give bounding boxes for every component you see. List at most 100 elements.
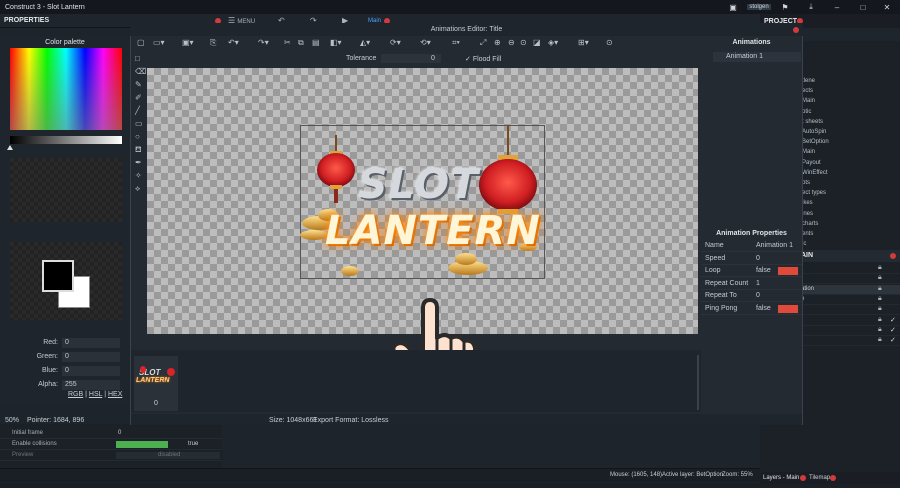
color-field-input[interactable]: 0 <box>62 352 120 362</box>
animation-property-row[interactable]: Ping Pong false <box>701 303 802 315</box>
grayscale-slider-icon[interactable] <box>7 145 13 150</box>
rectangle-icon[interactable]: ▭ <box>135 119 143 128</box>
frames-scrollbar[interactable] <box>697 355 699 410</box>
project-tree-item[interactable]: ents <box>802 231 813 237</box>
resize-icon[interactable]: ⤢ <box>480 38 486 48</box>
frame-thumbnail[interactable]: SLOT LANTERN 0 <box>134 356 178 411</box>
lock-icon[interactable]: 🔒︎ <box>878 326 882 334</box>
mode-hsl[interactable]: HSL <box>89 391 102 398</box>
animation-property-row[interactable]: Repeat To 0 <box>701 290 802 303</box>
project-tree-item[interactable]: AutoSpin <box>802 129 826 135</box>
color-spectrum[interactable] <box>10 48 122 130</box>
pencil-icon[interactable]: ✎ <box>135 80 142 89</box>
flood-fill-checkbox[interactable]: ✓ Flood Fill <box>465 55 501 63</box>
project-tree-item[interactable]: WinEffect <box>802 170 828 176</box>
mode-rgb[interactable]: RGB <box>68 391 83 398</box>
mirror-icon[interactable]: ◭▾ <box>360 38 370 47</box>
brush-icon[interactable]: ✐ <box>135 93 142 102</box>
foreground-color-swatch[interactable] <box>42 260 74 292</box>
toggle-indicator[interactable] <box>778 305 798 313</box>
lock-icon[interactable]: 🔒︎ <box>878 285 882 293</box>
project-tree-item[interactable]: otic <box>802 109 811 115</box>
grid-icon[interactable]: ⊞▾ <box>578 38 589 47</box>
origin-icon[interactable]: ✧ <box>135 171 142 180</box>
zoom-in-icon[interactable]: ⊕ <box>494 38 501 47</box>
zoom-out-icon[interactable]: ⊖ <box>508 38 515 47</box>
visible-icon[interactable]: ✓ <box>890 326 896 334</box>
collision-bar[interactable] <box>116 441 168 448</box>
animation-list-item[interactable]: Animation 1 <box>713 52 801 62</box>
lock-icon[interactable]: 🔒︎ <box>878 305 882 313</box>
minimize-icon[interactable]: – <box>824 0 850 14</box>
crop-icon[interactable]: ⌗▾ <box>452 38 460 48</box>
mode-hex[interactable]: HEX <box>108 391 122 398</box>
open-folder-icon[interactable]: ▭▾ <box>153 38 165 47</box>
color-swatches[interactable] <box>10 158 122 222</box>
animation-property-row[interactable]: Name Animation 1 <box>701 240 802 252</box>
undo-icon[interactable]: ↶▾ <box>228 38 239 47</box>
color-field-label: Green: <box>36 353 58 360</box>
visible-icon[interactable]: ✓ <box>890 336 896 344</box>
preview-play-icon[interactable]: ⊙ <box>606 38 613 47</box>
maximize-icon[interactable]: □ <box>850 0 876 14</box>
select-rect-icon[interactable]: □ <box>135 54 140 63</box>
save-icon[interactable]: ▣▾ <box>182 38 194 47</box>
ellipse-icon[interactable]: ○ <box>135 132 140 141</box>
project-tree-item[interactable]: Main <box>802 98 815 104</box>
project-tree-item[interactable]: ikes <box>802 200 813 206</box>
tolerance-input[interactable]: 0 <box>381 54 441 63</box>
lock-icon[interactable]: 🔒︎ <box>878 336 882 344</box>
project-tree-item[interactable]: BetOption <box>802 139 829 145</box>
copy-icon[interactable]: ⧉ <box>298 38 304 48</box>
project-tree-item[interactable]: charts <box>802 221 818 227</box>
lock-icon[interactable]: 🔒︎ <box>878 264 882 272</box>
animation-property-row[interactable]: Speed 0 <box>701 253 802 265</box>
project-tree-item[interactable]: pts <box>802 180 810 186</box>
color-field-input[interactable]: 0 <box>62 366 120 376</box>
download-icon[interactable]: ⤓ <box>798 0 824 14</box>
project-tree-item[interactable]: ects <box>802 88 813 94</box>
rotate-icon[interactable]: ⟳▾ <box>390 38 401 47</box>
sprite-title-slot: SLOT <box>358 160 480 208</box>
layers-icon[interactable]: ◈▾ <box>548 38 558 47</box>
paste-icon[interactable]: ▤ <box>312 38 320 47</box>
tab-layers[interactable]: Layers - Main <box>763 475 799 481</box>
eraser-icon[interactable]: ⌫ <box>135 67 146 76</box>
project-tree-item[interactable]: ines <box>802 211 813 217</box>
lock-icon[interactable]: 🔒︎ <box>878 295 882 303</box>
project-tree-item[interactable]: Payout <box>802 160 821 166</box>
color-picker-icon[interactable]: ✒ <box>135 158 142 167</box>
zoom-reset-icon[interactable]: ⊙ <box>520 38 527 47</box>
animation-property-row[interactable]: Loop false <box>701 265 802 278</box>
visible-icon[interactable]: ✓ <box>890 316 896 324</box>
grayscale-bar[interactable] <box>10 136 122 144</box>
color-field-input[interactable]: 255 <box>62 380 120 390</box>
new-file-icon[interactable]: ▢ <box>137 38 145 47</box>
share-icon[interactable]: ⚑ <box>772 0 798 14</box>
toggle-indicator[interactable] <box>778 267 798 276</box>
project-tree-item[interactable]: ect types <box>802 190 826 196</box>
rotate-ccw-icon[interactable]: ⟲▾ <box>420 38 431 47</box>
lock-icon[interactable]: 🔒︎ <box>878 274 882 282</box>
import-icon[interactable]: ⎘ <box>210 38 216 48</box>
animation-properties-title: Animation Properties <box>716 230 787 237</box>
toggle-background-icon[interactable]: ◪ <box>533 38 541 47</box>
project-tree-item[interactable]: t sheets <box>802 119 823 125</box>
fill-bucket-icon[interactable]: ⛾ <box>135 145 142 155</box>
lock-icon[interactable]: 🔒︎ <box>878 316 882 324</box>
tab-tilemap[interactable]: Tilemap <box>809 475 830 481</box>
cut-icon[interactable]: ✂ <box>284 38 291 47</box>
project-tree-item[interactable]: Main <box>802 149 815 155</box>
editor-close-dot[interactable] <box>793 27 799 33</box>
user-badge[interactable]: stolgen <box>746 0 772 14</box>
line-icon[interactable]: ╱ <box>135 106 140 115</box>
notification-icon[interactable]: ▣ <box>720 0 746 14</box>
project-tree-item[interactable]: tlene <box>802 78 815 84</box>
image-points-icon[interactable]: ⟡ <box>135 184 140 194</box>
redo-icon[interactable]: ↷▾ <box>258 38 269 47</box>
flip-icon[interactable]: ◧▾ <box>330 38 342 47</box>
image-size: Size: 1048x661 <box>269 417 318 424</box>
animation-property-row[interactable]: Repeat Count 1 <box>701 278 802 290</box>
color-field-input[interactable]: 0 <box>62 338 120 348</box>
close-icon[interactable]: ✕ <box>874 0 900 14</box>
